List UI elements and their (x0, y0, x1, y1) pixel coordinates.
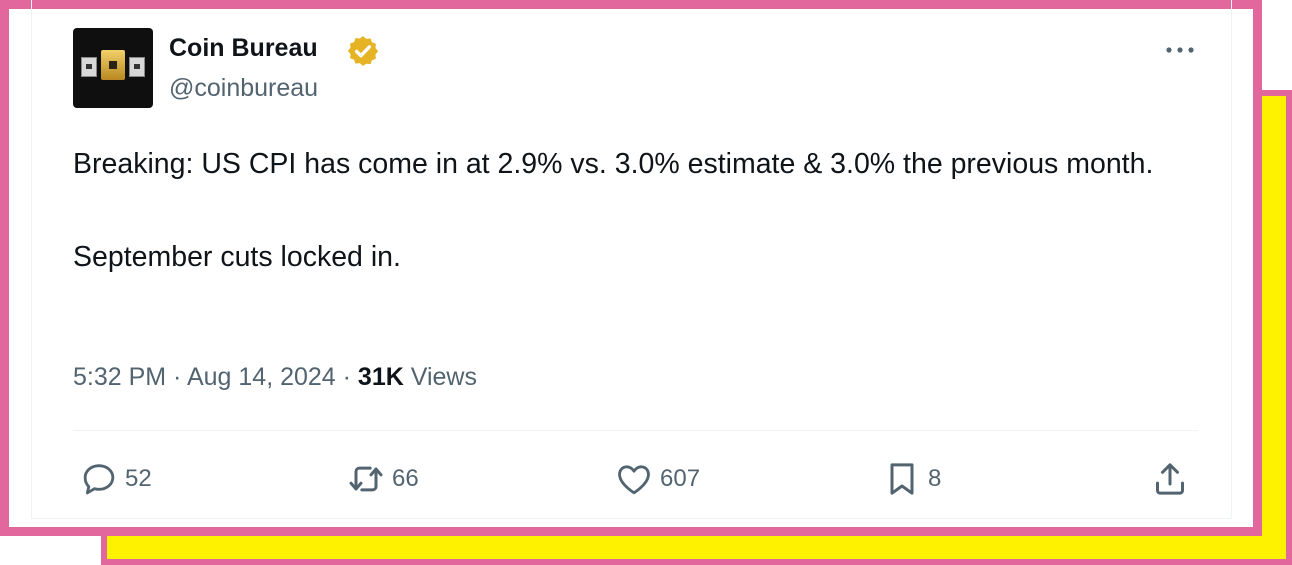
tweet-time[interactable]: 5:32 PM (73, 363, 166, 391)
avatar-right-panel (129, 57, 145, 77)
avatar-left-panel (81, 57, 97, 77)
reply-icon (83, 464, 115, 495)
more-options-icon[interactable] (1162, 38, 1198, 62)
verified-badge-icon[interactable] (346, 34, 380, 68)
tweet-text: Breaking: US CPI has come in at 2.9% vs.… (73, 140, 1193, 281)
tweet-paragraph-2: September cuts locked in. (73, 241, 401, 273)
bookmark-icon (890, 463, 914, 495)
tweet-meta: 5:32 PM · Aug 14, 2024 · 31K Views (73, 363, 477, 392)
avatar[interactable] (73, 28, 153, 108)
like-button[interactable]: 607 (614, 459, 700, 499)
heart-icon (618, 465, 650, 495)
tweet-date[interactable]: Aug 14, 2024 (187, 363, 336, 391)
avatar-gold-plaque (101, 50, 125, 80)
tweet-paragraph-1: Breaking: US CPI has come in at 2.9% vs.… (73, 148, 1154, 180)
share-icon (1156, 463, 1184, 495)
meta-separator: · (166, 363, 187, 391)
bookmark-button[interactable]: 8 (882, 459, 941, 499)
repost-count: 66 (392, 465, 419, 492)
divider (73, 430, 1198, 431)
reply-count: 52 (125, 465, 152, 492)
views-count: 31K (357, 363, 404, 391)
share-button[interactable] (1150, 459, 1190, 499)
like-count: 607 (660, 465, 701, 492)
views-label: Views (410, 363, 477, 391)
reply-button[interactable]: 52 (79, 459, 152, 499)
author-handle[interactable]: @coinbureau (169, 74, 318, 103)
repost-button[interactable]: 66 (346, 459, 419, 499)
bookmark-count: 8 (928, 465, 942, 492)
meta-separator: · (335, 363, 358, 391)
repost-icon (349, 466, 383, 492)
author-name[interactable]: Coin Bureau (169, 34, 318, 63)
